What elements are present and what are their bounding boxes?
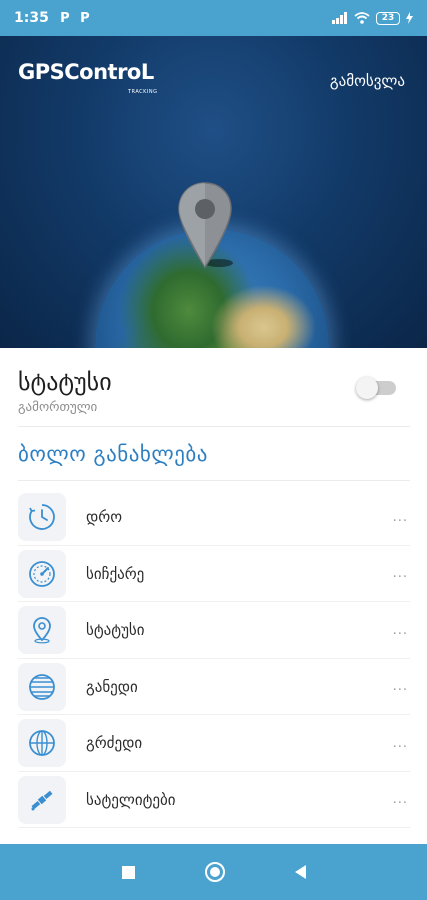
app-logo: GPSControL xyxy=(18,60,154,84)
list-item-time: დრო ... xyxy=(18,489,410,546)
latitude-icon xyxy=(18,662,66,711)
status-row: სტატუსი გამორთული xyxy=(18,368,410,428)
item-value: ... xyxy=(392,622,408,638)
divider xyxy=(18,426,410,427)
speedometer-icon xyxy=(18,549,66,598)
parking-notification-icon: P xyxy=(60,10,70,26)
item-value: ... xyxy=(392,566,408,582)
list-item-latitude: განედი ... xyxy=(18,659,410,716)
item-value: ... xyxy=(392,792,408,808)
list-item-satellites: სატელიტები ... xyxy=(18,772,410,829)
parking-notification-icon: P xyxy=(80,10,90,26)
logout-button[interactable]: გამოსვლა xyxy=(330,72,405,90)
item-label: სიჩქარე xyxy=(86,564,145,583)
item-label: სატელიტები xyxy=(86,790,176,809)
list-item-speed: სიჩქარე ... xyxy=(18,546,410,603)
last-update-list: დრო ... სიჩქარე ... სტატუსი ... განედი .… xyxy=(18,489,410,828)
wifi-icon xyxy=(354,12,370,24)
item-label: განედი xyxy=(86,677,138,696)
list-item-longitude: გრძედი ... xyxy=(18,715,410,772)
list-item-status: სტატუსი ... xyxy=(18,602,410,659)
last-update-title: ბოლო განახლება xyxy=(18,442,208,466)
item-value: ... xyxy=(392,679,408,695)
location-pin-icon xyxy=(18,606,66,655)
app-logo-tagline: TRACKING xyxy=(128,89,158,95)
item-label: დრო xyxy=(86,508,122,527)
recent-apps-button[interactable] xyxy=(121,865,135,879)
satellite-icon xyxy=(18,775,66,824)
status-time: 1:35 xyxy=(14,10,49,26)
system-nav-bar xyxy=(0,844,427,900)
signal-icon xyxy=(332,12,347,24)
longitude-icon xyxy=(18,719,66,768)
hero-banner: GPSControL TRACKING გამოსვლა xyxy=(0,36,427,348)
item-label: სტატუსი xyxy=(86,621,145,640)
battery-icon: 23 xyxy=(376,11,400,25)
main-content: სტატუსი გამორთული ბოლო განახლება დრო ... xyxy=(0,348,427,844)
item-value: ... xyxy=(392,509,408,525)
clock-icon xyxy=(18,493,66,542)
back-button[interactable] xyxy=(294,865,306,879)
status-subtitle: გამორთული xyxy=(18,400,98,415)
item-value: ... xyxy=(392,735,408,751)
status-title: სტატუსი xyxy=(18,368,112,396)
status-bar: 1:35 P P 23 xyxy=(0,0,427,36)
item-label: გრძედი xyxy=(86,734,143,753)
toggle-knob xyxy=(356,377,378,399)
charging-icon xyxy=(406,12,413,24)
divider xyxy=(18,480,410,481)
map-pin-icon xyxy=(178,182,233,269)
home-button[interactable] xyxy=(204,862,225,882)
status-toggle[interactable] xyxy=(356,377,396,399)
